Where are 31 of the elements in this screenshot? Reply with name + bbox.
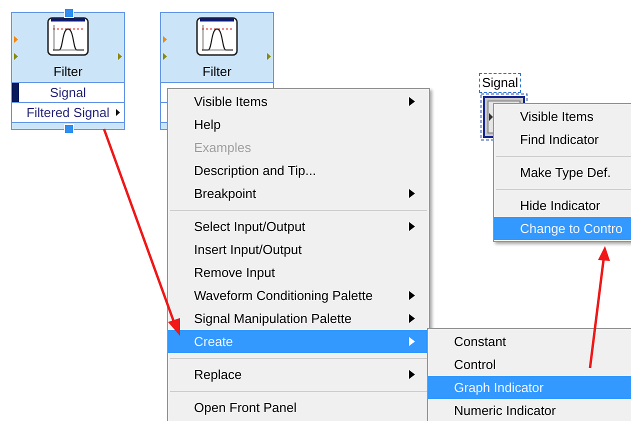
output-terminal-icon — [267, 53, 271, 60]
terminal-label[interactable]: Signal — [50, 85, 86, 100]
menu-item[interactable]: Remove Input — [168, 261, 429, 284]
indicator-label[interactable]: Signal — [480, 74, 520, 92]
output-terminal-icon — [118, 53, 122, 60]
menu-item[interactable]: Breakpoint — [168, 182, 429, 205]
node-title: Filter — [202, 64, 232, 79]
menu-item[interactable]: Replace — [168, 363, 429, 386]
menu-item[interactable]: Description and Tip... — [168, 159, 429, 182]
menu-item[interactable]: Signal Manipulation Palette — [168, 307, 429, 330]
filter-icon — [196, 17, 238, 56]
input-terminal-icon — [14, 36, 18, 43]
terminal-label[interactable]: Filtered Signal — [26, 105, 110, 120]
menu-item[interactable]: Select Input/Output — [168, 215, 429, 238]
menu-item[interactable]: Constant — [428, 330, 631, 353]
input-terminal-icon — [163, 36, 167, 43]
menu-item[interactable]: Insert Input/Output — [168, 238, 429, 261]
menu-item[interactable]: Waveform Conditioning Palette — [168, 284, 429, 307]
filter-icon — [47, 17, 89, 56]
menu-item[interactable]: Numeric Indicator — [428, 399, 631, 421]
node-title: Filter — [54, 64, 82, 79]
selection-handle[interactable] — [64, 8, 74, 18]
input-terminal-icon — [14, 53, 18, 60]
menu-item[interactable]: Visible Items — [494, 105, 631, 128]
input-terminal-icon — [163, 53, 167, 60]
menu-item[interactable]: Hide Indicator — [494, 194, 631, 217]
menu-item[interactable]: Open Front Panel — [168, 396, 429, 419]
selection-handle[interactable] — [64, 124, 74, 134]
menu-item[interactable]: Find Indicator — [494, 128, 631, 151]
menu-item[interactable]: Control — [428, 353, 631, 376]
menu-item[interactable]: Make Type Def. — [494, 161, 631, 184]
